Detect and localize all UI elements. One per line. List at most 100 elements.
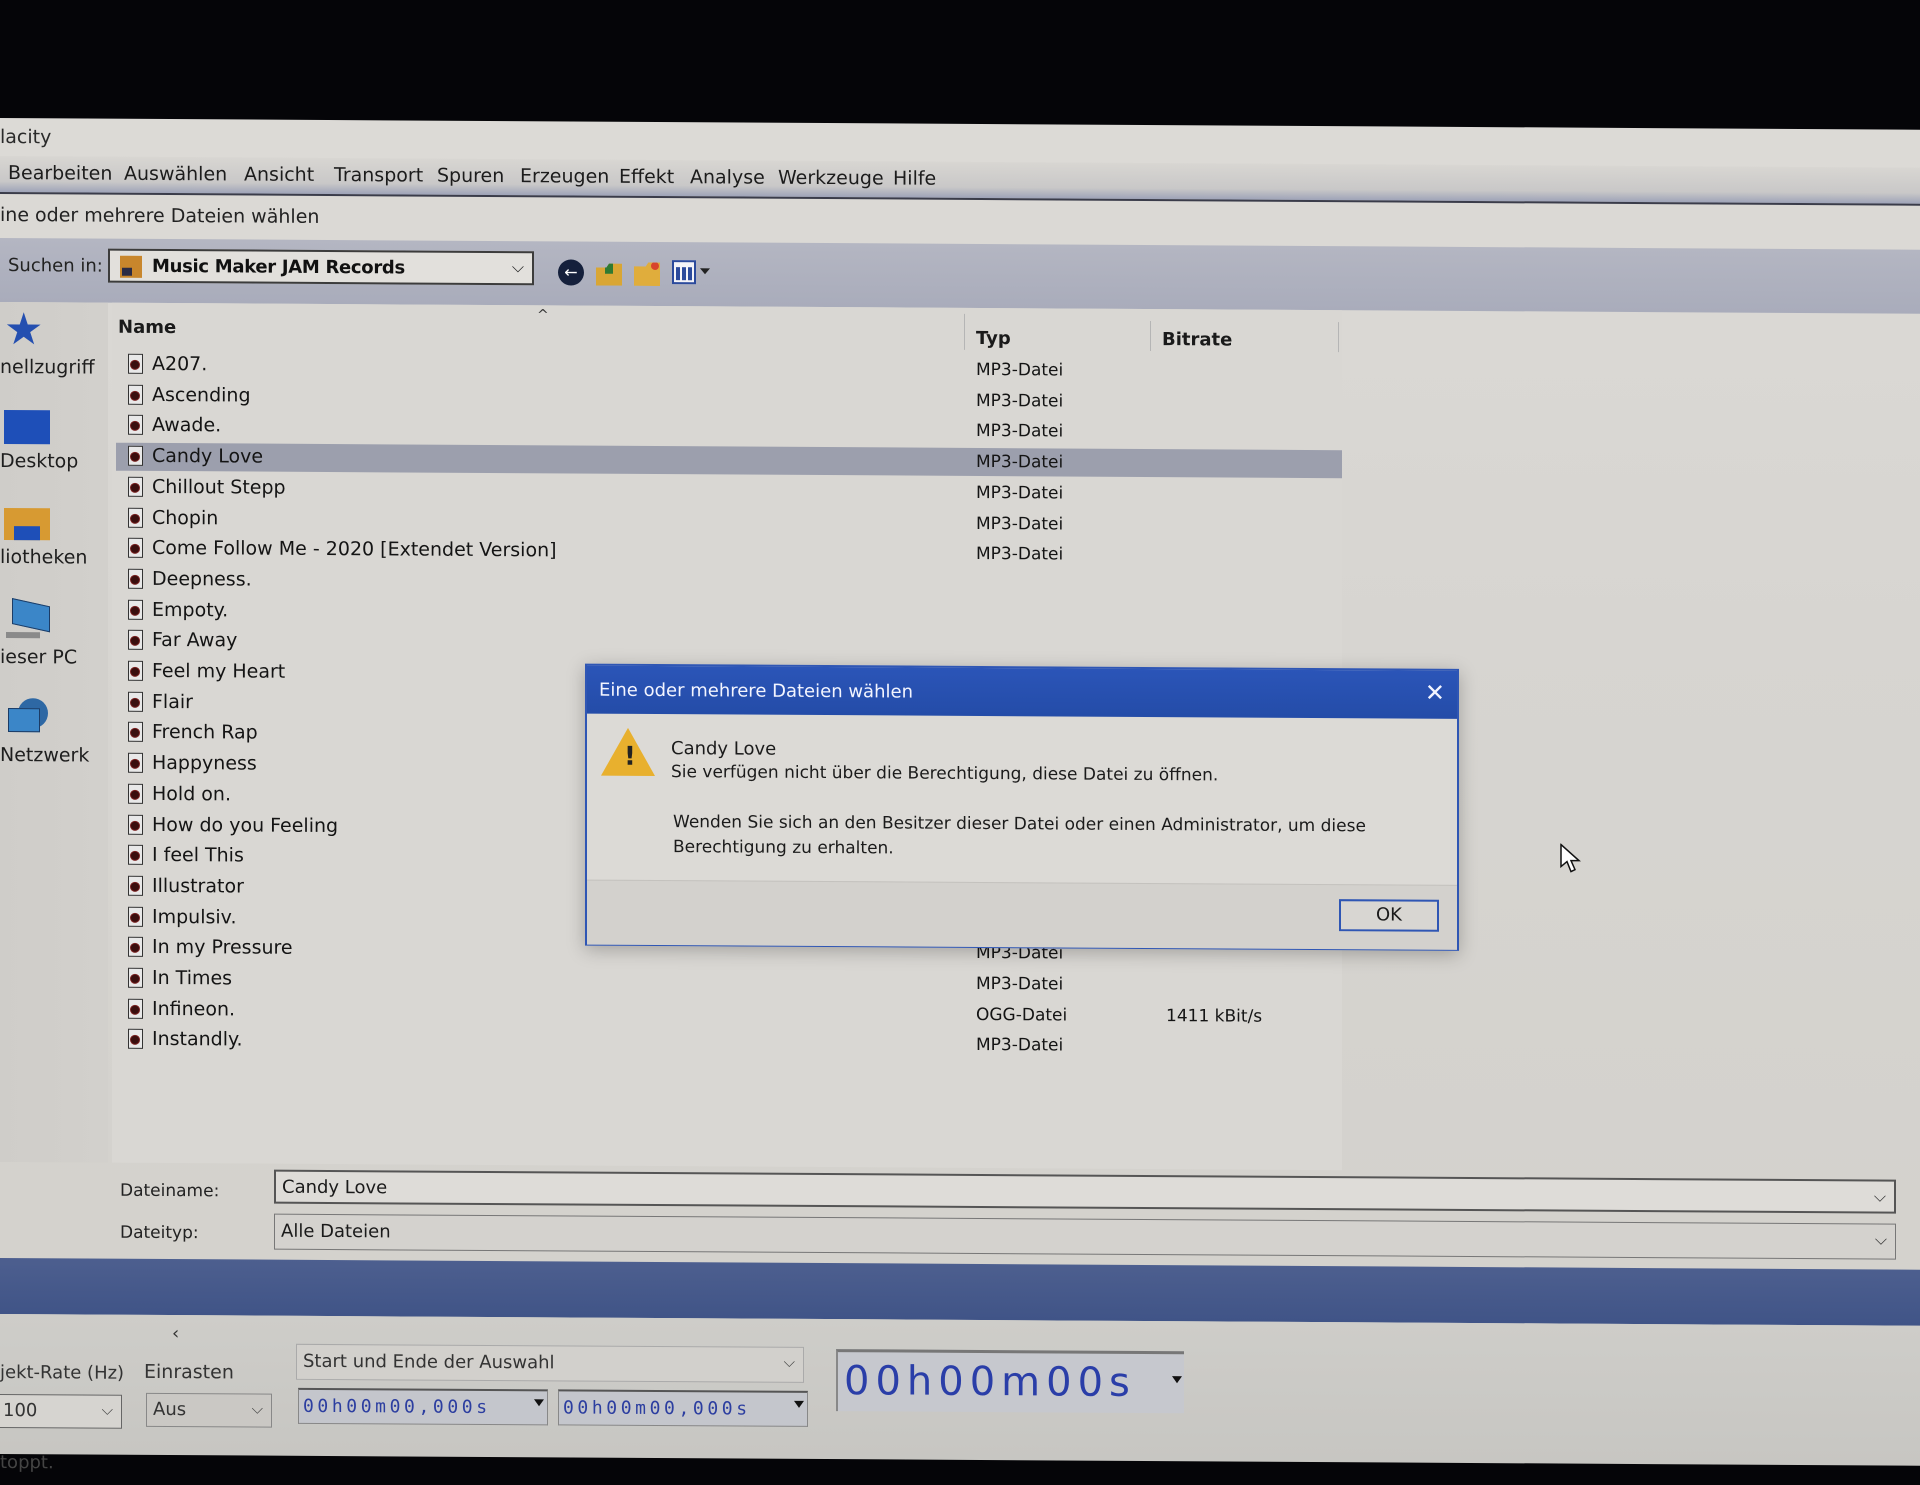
ok-button[interactable]: OK: [1339, 899, 1439, 932]
snap-dropdown[interactable]: Aus ⌵: [146, 1392, 272, 1428]
close-icon[interactable]: ✕: [1425, 679, 1445, 707]
places-bar: ★ nellzugriff Desktop liotheken ieser PC…: [0, 302, 108, 1163]
audio-file-icon: [128, 568, 143, 589]
column-divider[interactable]: [964, 313, 965, 350]
file-row[interactable]: In Times MP3-Datei: [116, 965, 1342, 1000]
file-row[interactable]: Ascending MP3-Datei: [116, 381, 1342, 416]
dropdown-arrow-icon[interactable]: [534, 1399, 544, 1407]
file-name: Illustrator: [152, 874, 244, 898]
chevron-down-icon: ⌵: [511, 257, 524, 277]
file-row[interactable]: Awade. MP3-Datei: [116, 412, 1342, 447]
audio-file-icon: [128, 476, 143, 497]
folder-icon: [120, 255, 142, 278]
file-row[interactable]: Infineon. OGG-Datei 1411 kBit/s: [116, 995, 1342, 1030]
file-name: Deepness.: [152, 567, 252, 591]
menu-bearbeiten[interactable]: Bearbeiten: [8, 162, 112, 185]
column-header-name[interactable]: Name: [118, 317, 176, 338]
file-type: MP3-Datei: [976, 359, 1064, 381]
file-row[interactable]: Chillout Stepp MP3-Datei: [116, 474, 1342, 509]
file-row[interactable]: Deepness.: [116, 566, 1342, 601]
view-dropdown-arrow-icon[interactable]: [700, 268, 710, 275]
project-rate-value: 100: [3, 1400, 38, 1422]
quick-access-star-icon: ★: [4, 304, 44, 356]
audio-file-icon: [128, 844, 143, 866]
this-pc-icon: [4, 600, 48, 640]
file-row[interactable]: Chopin MP3-Datei: [116, 504, 1342, 539]
file-row[interactable]: Come Follow Me - 2020 [Extendet Version]…: [116, 535, 1342, 570]
file-name: Hold on.: [152, 782, 231, 806]
scroll-left-icon[interactable]: ‹: [172, 1323, 179, 1344]
audio-file-icon: [128, 875, 143, 896]
file-name: I feel This: [152, 844, 244, 867]
file-type: MP3-Datei: [976, 390, 1064, 412]
place-libraries[interactable]: liotheken: [0, 502, 108, 569]
file-type: OGG-Datei: [976, 1004, 1068, 1026]
menu-analyse[interactable]: Analyse: [690, 166, 765, 188]
project-rate-dropdown[interactable]: 100 ⌵: [0, 1393, 122, 1429]
place-quick-access[interactable]: ★ nellzugriff: [0, 304, 108, 379]
file-name: Feel my Heart: [152, 659, 286, 683]
file-row[interactable]: Candy Love MP3-Datei: [116, 442, 1342, 479]
place-desktop[interactable]: Desktop: [0, 406, 108, 473]
dialog-footer: OK: [587, 879, 1457, 950]
chevron-down-icon: ⌵: [783, 1352, 795, 1371]
audio-position-value: 00h00m00s: [844, 1358, 1136, 1406]
audio-file-icon: [128, 1029, 143, 1050]
audio-file-icon: [128, 967, 143, 988]
look-in-dropdown[interactable]: Music Maker JAM Records ⌵: [108, 248, 534, 286]
selection-end-time[interactable]: 00h00m00,000s: [558, 1389, 808, 1427]
audio-file-icon: [128, 415, 143, 436]
audio-position-display[interactable]: 00h00m00s: [836, 1349, 1184, 1414]
menu-spuren[interactable]: Spuren: [437, 165, 504, 187]
column-divider[interactable]: [1150, 321, 1151, 352]
menu-erzeugen[interactable]: Erzeugen: [520, 165, 609, 188]
filename-input[interactable]: Candy Love ⌵: [274, 1169, 1896, 1214]
file-type: MP3-Datei: [976, 544, 1064, 565]
audio-file-icon: [128, 998, 143, 1019]
file-name: Instandly.: [152, 1028, 243, 1051]
menu-transport[interactable]: Transport: [334, 164, 423, 187]
menu-effekt[interactable]: Effekt: [619, 166, 674, 188]
file-row[interactable]: Instandly. MP3-Datei: [116, 1026, 1342, 1061]
file-type: MP3-Datei: [976, 973, 1064, 995]
filename-label: Dateiname:: [120, 1180, 220, 1202]
file-name: How do you Feeling: [152, 813, 339, 837]
audio-file-icon: [128, 814, 143, 835]
time-value: 00h00m00,000s: [303, 1395, 491, 1418]
file-row[interactable]: Far Away: [116, 627, 1342, 662]
file-name: A207.: [152, 352, 208, 376]
column-divider[interactable]: [1338, 322, 1339, 353]
back-icon[interactable]: ←: [558, 259, 584, 286]
filetype-label: Dateityp:: [120, 1222, 199, 1244]
menu-auswaehlen[interactable]: Auswählen: [124, 163, 227, 186]
place-network[interactable]: Netzwerk: [0, 698, 108, 767]
audio-file-icon: [128, 660, 143, 681]
selection-mode-value: Start und Ende der Auswahl: [303, 1350, 555, 1374]
filetype-dropdown[interactable]: Alle Dateien ⌵: [274, 1213, 1896, 1260]
audio-file-icon: [128, 691, 143, 712]
view-menu-icon[interactable]: [672, 260, 696, 285]
menu-hilfe[interactable]: Hilfe: [893, 167, 936, 189]
selection-mode-dropdown[interactable]: Start und Ende der Auswahl ⌵: [296, 1343, 804, 1383]
file-row[interactable]: Empoty.: [116, 596, 1342, 631]
place-this-pc[interactable]: ieser PC: [0, 600, 108, 669]
file-name: In Times: [152, 966, 233, 990]
chevron-down-icon: ⌵: [1874, 1229, 1887, 1249]
column-header-bitrate[interactable]: Bitrate: [1162, 329, 1232, 350]
audio-file-icon: [128, 599, 143, 620]
dropdown-arrow-icon[interactable]: [1172, 1376, 1182, 1384]
selection-start-time[interactable]: 00h00m00,000s: [298, 1387, 548, 1426]
file-name: Ascending: [152, 383, 251, 407]
column-header-type[interactable]: Typ: [976, 328, 1011, 349]
menu-ansicht[interactable]: Ansicht: [244, 163, 314, 185]
file-name: Awade.: [152, 414, 222, 437]
file-name: Chillout Stepp: [152, 475, 286, 499]
menu-bar: Bearbeiten Auswählen Ansicht Transport S…: [0, 156, 1920, 206]
file-row[interactable]: A207. MP3-Datei: [116, 351, 1342, 386]
chevron-down-icon[interactable]: ⌵: [1874, 1186, 1886, 1206]
menu-werkzeuge[interactable]: Werkzeuge: [778, 167, 884, 190]
audio-file-icon: [128, 937, 143, 958]
file-name: Happyness: [152, 752, 257, 775]
audio-file-icon: [128, 537, 143, 559]
dropdown-arrow-icon[interactable]: [794, 1400, 804, 1408]
